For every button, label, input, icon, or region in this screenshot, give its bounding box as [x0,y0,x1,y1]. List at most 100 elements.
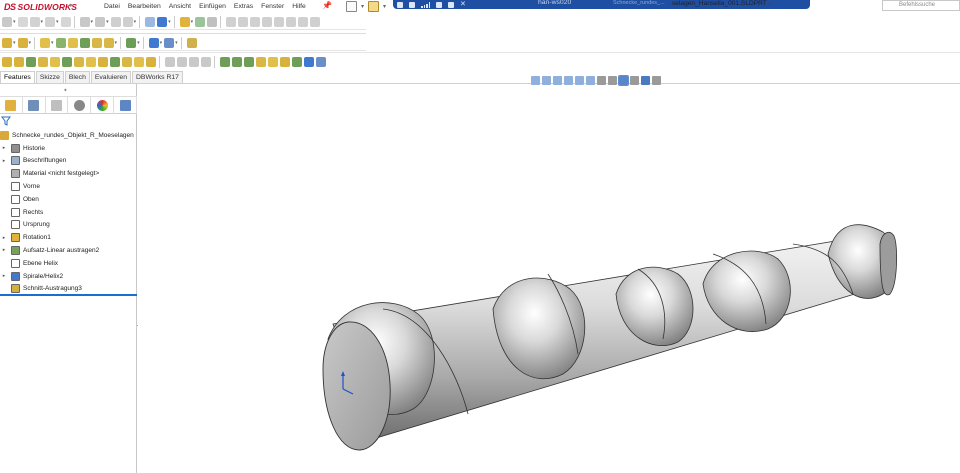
tab-skizze[interactable]: Skizze [35,71,64,83]
feature-command-icon[interactable] [304,57,314,67]
feature-command-icon[interactable] [292,57,302,67]
caret-icon[interactable]: ▾ [56,19,59,25]
feature-command-icon[interactable] [244,57,254,67]
feature-command-icon[interactable] [86,57,96,67]
view-tool-icon[interactable] [553,75,562,85]
close-icon[interactable]: ✕ [460,1,466,8]
view-tool-icon[interactable] [630,75,639,85]
reference-geometry-icon[interactable] [157,16,168,27]
view-tool-icon[interactable] [641,75,650,85]
tree-node[interactable]: Schnitt-Austragung3 [2,283,82,295]
tree-node[interactable]: Vorne [2,180,40,192]
minimize-icon[interactable] [436,1,442,8]
feature-command-icon[interactable] [220,57,230,67]
view-tool-icon[interactable] [564,75,573,85]
curves-icon[interactable] [164,37,175,48]
view-tool-icon[interactable] [531,75,540,85]
tree-node[interactable]: Rechts [2,206,43,218]
rollback-bar[interactable] [0,294,137,296]
menu-datei[interactable]: Datei [100,1,124,12]
caret-icon[interactable]: ▾ [29,40,32,46]
copy-icon[interactable] [60,16,71,27]
panel-collapse-icon[interactable]: ⬥ [64,87,70,92]
rebuild-icon[interactable] [95,16,106,27]
caret-icon[interactable]: ▾ [160,40,163,46]
open-folder-icon[interactable] [368,1,380,12]
new-document-icon[interactable] [346,1,357,12]
new-caret-icon[interactable]: ▾ [361,3,364,10]
feature-command-icon[interactable] [189,57,199,67]
mirror-icon[interactable] [126,37,137,48]
tree-node[interactable]: ▸ Spirale/Helix2 [2,270,63,282]
view-tool-icon[interactable] [618,74,629,86]
feature-command-icon[interactable] [98,57,108,67]
shell-icon[interactable] [79,37,90,48]
feature-command-icon[interactable] [256,57,266,67]
feature-tree-tab[interactable] [0,96,23,114]
feature-command-icon[interactable] [177,57,187,67]
expand-arrow-icon[interactable]: ▸ [1,273,7,279]
weld-icon[interactable] [79,16,90,27]
curve-icon[interactable] [110,16,121,27]
tab-features[interactable]: Features [0,71,35,83]
tree-node[interactable]: Oben [2,193,39,205]
loft-icon[interactable] [67,37,78,48]
lock-icon[interactable] [409,1,415,8]
view-tool-icon[interactable] [608,75,617,85]
fillet-icon[interactable] [122,16,133,27]
feature-command-icon[interactable] [14,57,24,67]
feature-command-icon[interactable] [50,57,60,67]
filter-icon[interactable] [1,116,11,126]
expand-arrow-icon[interactable]: ▸ [1,247,7,253]
rib-icon[interactable] [103,37,114,48]
caret-icon[interactable]: ▾ [115,40,118,46]
tab-evaluieren[interactable]: Evaluieren [90,71,131,83]
document-title[interactable]: selagen_Hansella_001.SLDPRT ▾ [672,0,771,7]
caret-icon[interactable]: ▾ [106,19,109,25]
feature-command-icon[interactable] [74,57,84,67]
hide-icon[interactable] [262,16,273,27]
feature-command-icon[interactable] [268,57,278,67]
caret-icon[interactable]: ▾ [191,19,194,25]
feature-command-icon[interactable] [2,57,12,67]
menu-extras[interactable]: Extras [230,1,257,12]
menu-fenster[interactable]: Fenster [257,1,288,12]
revolve-boss-icon[interactable] [17,37,28,48]
rotate-icon[interactable] [286,16,297,27]
feature-command-icon[interactable] [26,57,36,67]
expand-arrow-icon[interactable]: ▸ [1,158,7,164]
view-tool-icon[interactable] [542,75,551,85]
lights-icon[interactable] [274,16,285,27]
view-tool-icon[interactable] [597,75,606,85]
view-icon[interactable] [195,16,206,27]
tree-node[interactable]: ▸ Beschriftungen [2,155,66,167]
feature-command-icon[interactable] [201,57,211,67]
sketch-edit-icon[interactable] [2,16,12,27]
tree-node[interactable]: Material <nicht festgelegt> [2,168,99,180]
caret-icon[interactable]: ▾ [13,19,16,25]
feature-command-icon[interactable] [110,57,120,67]
screw-model[interactable] [138,84,960,473]
caret-icon[interactable]: ▾ [91,19,94,25]
plane-icon[interactable] [148,37,159,48]
plug-icon[interactable] [207,16,218,27]
view-tool-icon[interactable] [586,75,595,85]
restore-icon[interactable] [448,1,454,8]
dbworks-tab[interactable] [114,96,137,114]
caret-icon[interactable]: ▾ [175,40,178,46]
tree-node[interactable]: Ursprung [2,219,50,231]
feature-command-icon[interactable] [122,57,132,67]
menu-hilfe[interactable]: Hilfe [288,1,310,12]
display-manager-tab[interactable] [91,96,115,114]
caret-icon[interactable]: ▾ [134,19,137,25]
feature-command-icon[interactable] [232,57,242,67]
grid-icon[interactable] [29,16,40,27]
pin-icon[interactable] [397,1,403,8]
tree-node[interactable]: Ebene Helix [2,257,58,269]
extrude-boss-icon[interactable] [2,37,12,48]
tree-node[interactable]: ▸ Rotation1 [2,232,51,244]
tree-node[interactable]: ▸ Historie [2,142,45,154]
property-manager-tab[interactable] [23,96,46,114]
layer-icon[interactable] [226,16,237,27]
feature-command-icon[interactable] [134,57,144,67]
